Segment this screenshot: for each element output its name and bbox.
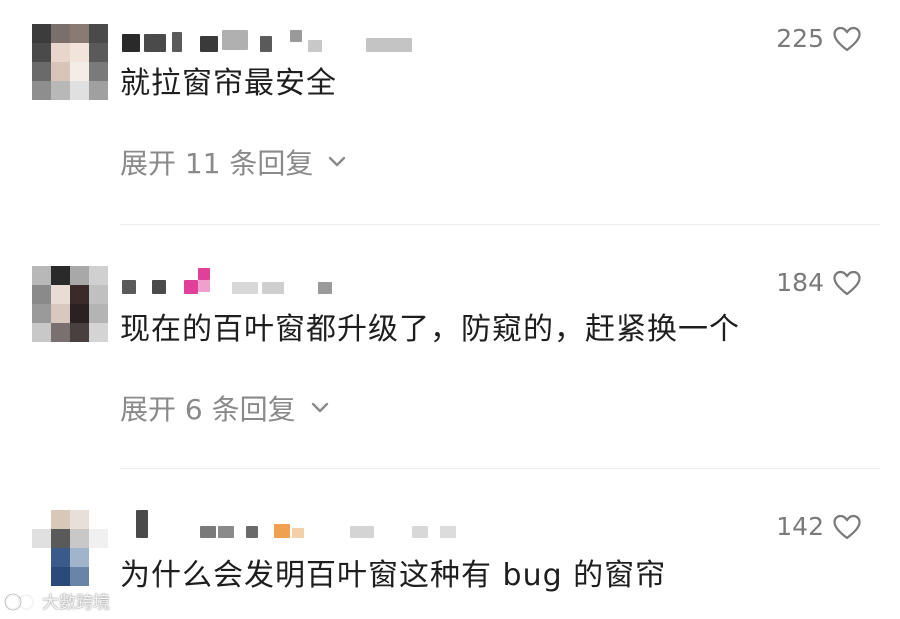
comment-text: 就拉窗帘最安全 bbox=[120, 66, 337, 101]
like-button[interactable]: 142 bbox=[776, 512, 862, 541]
username-blurred[interactable] bbox=[122, 268, 362, 294]
like-button[interactable]: 184 bbox=[776, 268, 862, 297]
chevron-down-icon bbox=[311, 402, 328, 413]
avatar[interactable] bbox=[32, 24, 108, 100]
expand-replies-button[interactable]: 展开 6 条回复 bbox=[120, 388, 330, 428]
divider bbox=[120, 224, 880, 225]
expand-replies-label: 展开 11 条回复 bbox=[120, 147, 314, 180]
expand-replies-button[interactable]: 展开 11 条回复 bbox=[120, 142, 347, 182]
heart-outline-icon bbox=[833, 514, 861, 539]
avatar[interactable] bbox=[32, 266, 108, 342]
heart-outline-icon bbox=[833, 26, 861, 51]
heart-outline-icon bbox=[833, 270, 861, 295]
like-button[interactable]: 225 bbox=[776, 24, 862, 53]
like-count: 142 bbox=[776, 512, 824, 541]
expand-replies-label: 展开 6 条回复 bbox=[120, 393, 296, 426]
like-count: 184 bbox=[776, 268, 824, 297]
like-count: 225 bbox=[776, 24, 824, 53]
username-blurred[interactable] bbox=[122, 30, 422, 56]
watermark: 大數跨境 bbox=[4, 588, 110, 613]
watermark-text: 大數跨境 bbox=[42, 593, 110, 613]
username-blurred[interactable] bbox=[122, 510, 462, 538]
avatar[interactable] bbox=[32, 510, 108, 586]
comment-text: 现在的百叶窗都升级了，防窥的，赶紧换一个 bbox=[120, 312, 740, 347]
chevron-down-icon bbox=[329, 156, 346, 167]
comment-text: 为什么会发明百叶窗这种有 bug 的窗帘 bbox=[120, 558, 667, 593]
watermark-logo-icon bbox=[4, 593, 34, 610]
divider bbox=[120, 468, 880, 469]
